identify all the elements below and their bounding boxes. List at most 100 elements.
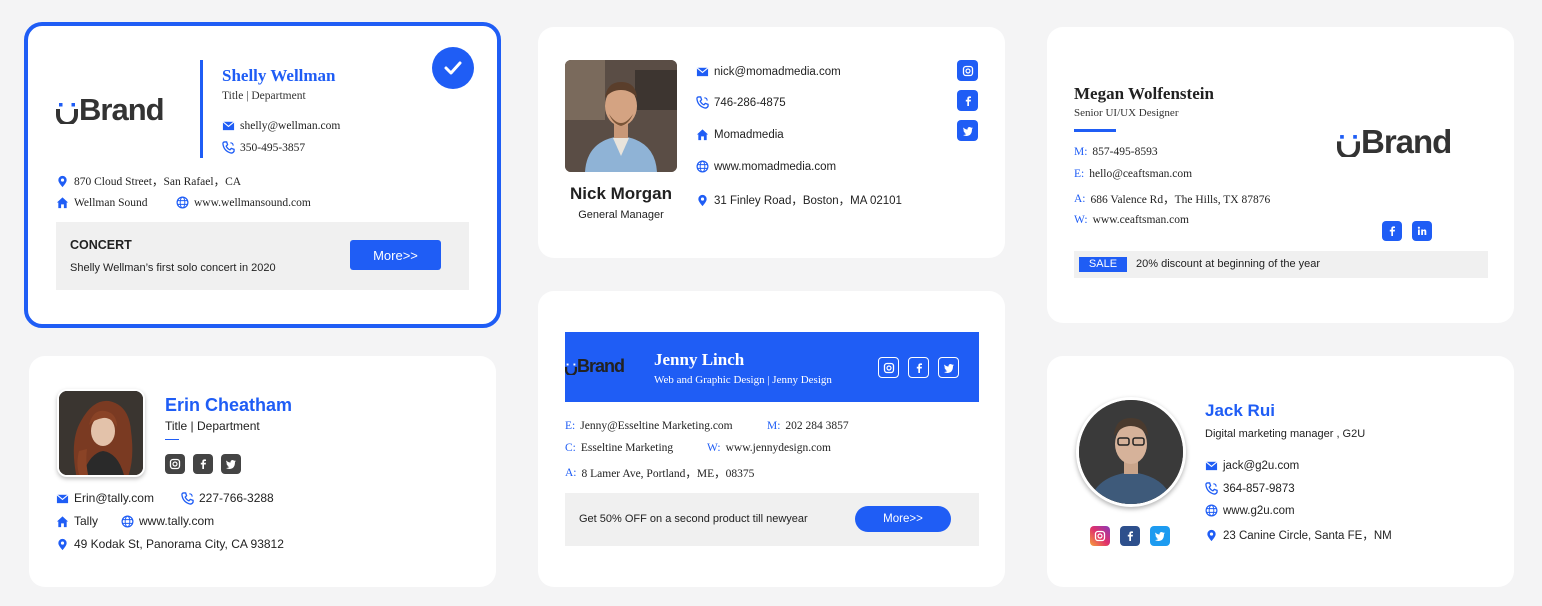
website-row: W: www.ceaftsman.com [1074, 214, 1189, 226]
banner-text: Shelly Wellman’s first solo concert in 2… [70, 262, 276, 274]
website-row: www.momadmedia.com [696, 160, 836, 173]
profile-photo [565, 60, 677, 172]
instagram-icon[interactable] [957, 60, 978, 81]
address-row: A: 8 Lamer Ave, Portland，ME，08375 [565, 465, 754, 481]
check-badge-icon[interactable] [432, 47, 474, 89]
phone-icon [696, 96, 709, 109]
email-row: Erin@tally.com [56, 491, 154, 505]
website-label: W: [1074, 214, 1088, 226]
email-row: jack@g2u.com [1205, 459, 1299, 472]
email-text: shelly@wellman.com [240, 119, 341, 132]
signature-card-jenny[interactable]: Brand Jenny Linch Web and Graphic Design… [538, 291, 1005, 587]
email-row: E: Jenny@Esseltine Marketing.com [565, 420, 733, 432]
signature-card-megan[interactable]: Megan Wolfenstein Senior UI/UX Designer … [1047, 27, 1514, 323]
facebook-icon[interactable] [193, 454, 213, 474]
phone-row: 364-857-9873 [1205, 482, 1295, 495]
mail-icon [222, 119, 235, 132]
address-text: 31 Finley Road，Boston，MA 02101 [714, 195, 902, 207]
address-text: 8 Lamer Ave, Portland，ME，08375 [581, 468, 755, 480]
vertical-divider [200, 60, 203, 158]
sale-banner: SALE 20% discount at beginning of the ye… [1074, 251, 1488, 278]
signature-name: Megan Wolfenstein [1074, 84, 1214, 103]
globe-icon [1205, 504, 1218, 517]
email-row: shelly@wellman.com [222, 119, 340, 132]
website-row: www.wellmansound.com [176, 196, 311, 209]
instagram-icon[interactable] [878, 357, 899, 378]
brand-text: Brand [79, 92, 165, 127]
website-text: www.ceaftsman.com [1092, 214, 1189, 226]
more-button[interactable]: More>> [855, 506, 951, 532]
location-pin-icon [1205, 529, 1218, 542]
twitter-icon[interactable] [957, 120, 978, 141]
facebook-icon[interactable] [908, 357, 929, 378]
instagram-icon[interactable] [165, 454, 185, 474]
signature-name: Erin Cheatham [165, 395, 293, 415]
brand-text: Brand [1361, 123, 1452, 160]
email-text: jack@g2u.com [1223, 459, 1300, 472]
email-label: E: [565, 420, 576, 432]
address-row: 870 Cloud Street，San Rafael，CA [56, 173, 241, 189]
linkedin-icon[interactable] [1412, 221, 1432, 241]
website-text: www.momadmedia.com [714, 160, 837, 173]
more-button[interactable]: More>> [350, 240, 441, 270]
phone-row: 227-766-3288 [181, 491, 274, 505]
website-text: www.g2u.com [1223, 504, 1295, 517]
banner: Get 50% OFF on a second product till new… [565, 493, 979, 546]
sale-text: 20% discount at beginning of the year [1136, 258, 1321, 270]
signature-card-jack[interactable]: Jack Rui Digital marketing manager , G2U… [1047, 356, 1514, 587]
ubrand-mark-icon [56, 103, 78, 124]
facebook-icon[interactable] [957, 90, 978, 111]
signature-card-nick[interactable]: Nick Morgan General Manager nick@momadme… [538, 27, 1005, 258]
ubrand-mark-icon [565, 363, 577, 375]
mobile-text: 857-495-8593 [1092, 146, 1158, 158]
twitter-icon[interactable] [1150, 526, 1170, 546]
globe-icon [121, 515, 134, 528]
facebook-icon[interactable] [1382, 221, 1402, 241]
email-text: Jenny@Esseltine Marketing.com [580, 420, 733, 432]
banner: CONCERT Shelly Wellman’s first solo conc… [56, 222, 469, 290]
address-text: 686 Valence Rd，The Hills, TX 87876 [1090, 194, 1271, 206]
twitter-icon[interactable] [938, 357, 959, 378]
profile-photo [57, 389, 145, 477]
home-icon [696, 128, 709, 141]
address-label: A: [1074, 193, 1086, 205]
mobile-label: M: [767, 420, 781, 432]
signature-card-erin[interactable]: Erin Cheatham Title | Department Erin@ta… [29, 356, 496, 587]
facebook-icon[interactable] [1120, 526, 1140, 546]
address-label: A: [565, 467, 577, 479]
signature-card-shelly[interactable]: Brand Shelly Wellman Title | Department … [24, 22, 501, 328]
phone-text: 364-857-9873 [1223, 482, 1295, 495]
address-row: 49 Kodak St, Panorama City, CA 93812 [56, 537, 284, 551]
company-row: Wellman Sound [56, 196, 148, 209]
twitter-icon[interactable] [221, 454, 241, 474]
signature-name: Nick Morgan [569, 184, 673, 203]
email-label: E: [1074, 168, 1085, 180]
address-text: 23 Canine Circle, Santa FE，NM [1223, 530, 1392, 542]
website-row: W: www.jennydesign.com [707, 442, 831, 454]
mail-icon [1205, 459, 1218, 472]
ubrand-logo: Brand [565, 356, 625, 377]
header-band: Brand Jenny Linch Web and Graphic Design… [565, 332, 979, 402]
mobile-row: M: 857-495-8593 [1074, 146, 1158, 158]
mobile-row: M: 202 284 3857 [767, 420, 849, 432]
signature-role: Web and Graphic Design | Jenny Design [654, 374, 832, 386]
name-underline [1074, 129, 1116, 132]
website-text: www.wellmansound.com [194, 196, 311, 209]
globe-icon [176, 196, 189, 209]
location-pin-icon [56, 175, 69, 188]
email-text: hello@ceaftsman.com [1089, 168, 1193, 180]
phone-text: 350-495-3857 [240, 141, 306, 154]
ubrand-mark-icon [1337, 135, 1360, 157]
banner-title: CONCERT [70, 238, 132, 252]
company-label: C: [565, 442, 576, 454]
website-row: www.g2u.com [1205, 504, 1295, 517]
company-row: Momadmedia [696, 128, 784, 141]
home-icon [56, 515, 69, 528]
signature-title: Title | Department [165, 419, 260, 433]
signature-role: Digital marketing manager , G2U [1205, 428, 1366, 440]
banner-text: Get 50% OFF on a second product till new… [579, 513, 808, 525]
profile-photo [1076, 397, 1186, 507]
instagram-icon[interactable] [1090, 526, 1110, 546]
signature-title: Title | Department [222, 90, 306, 102]
website-label: W: [707, 442, 721, 454]
